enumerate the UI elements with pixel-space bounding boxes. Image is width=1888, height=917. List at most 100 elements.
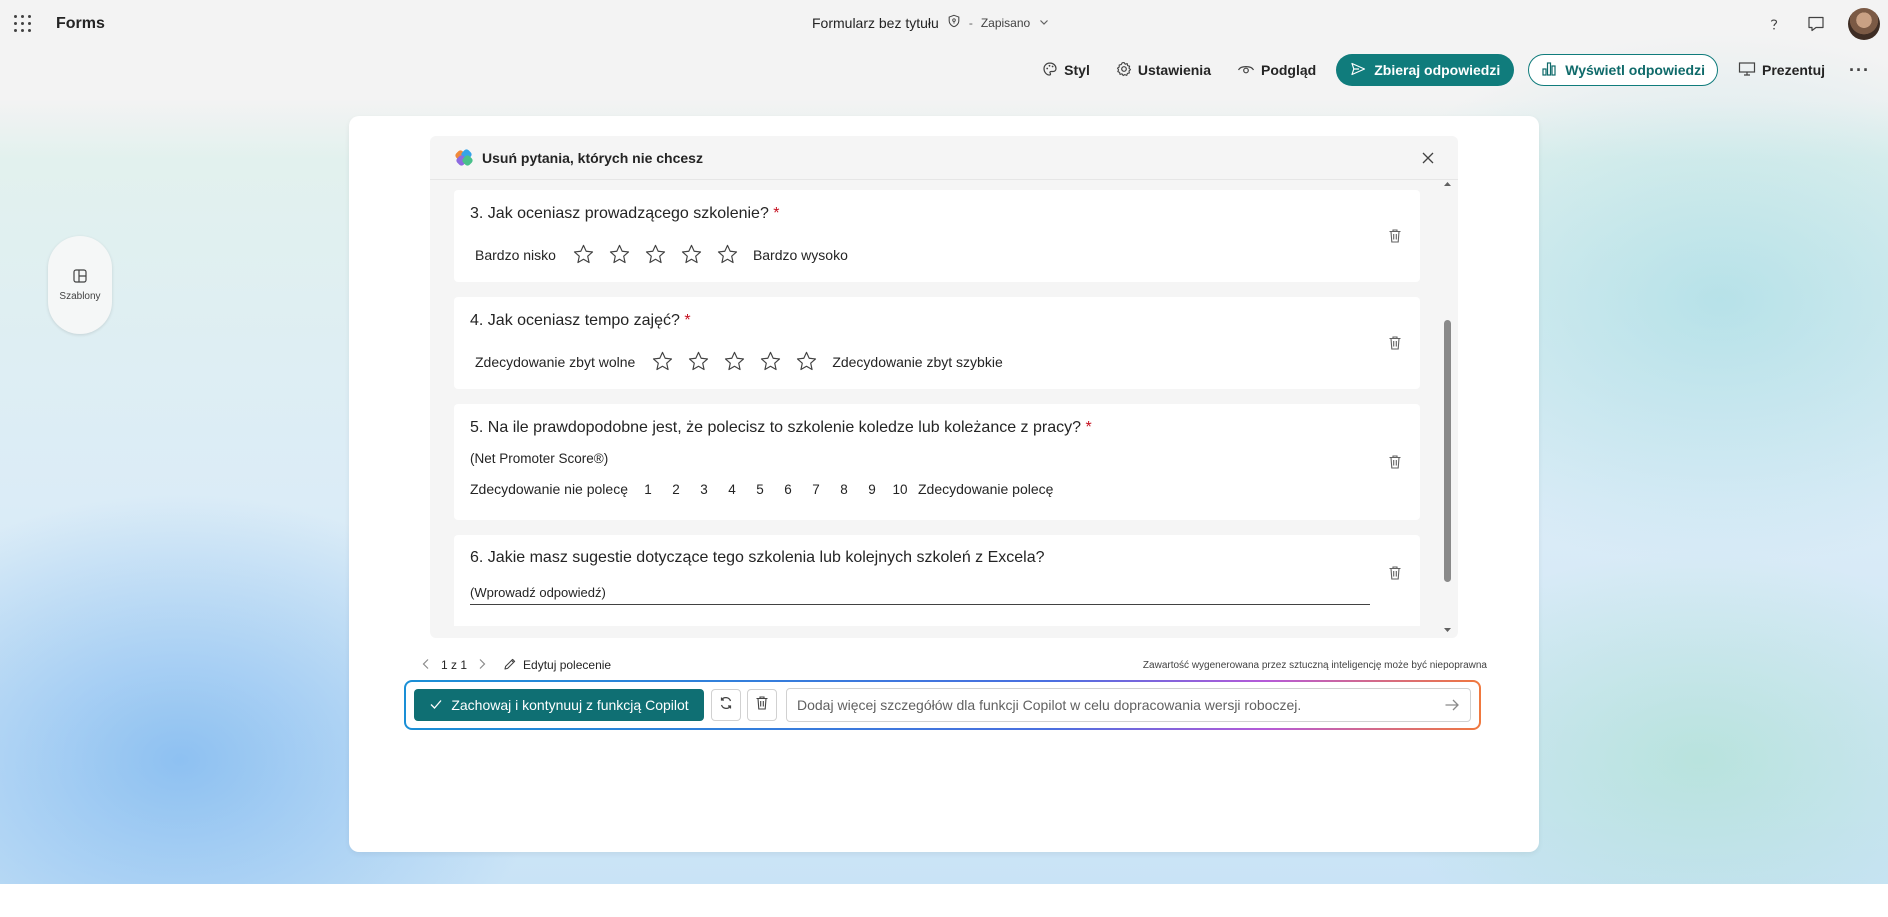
- form-card: Usuń pytania, których nie chcesz 3. Jak …: [349, 116, 1539, 852]
- question-title: 3. Jak oceniasz prowadzącego szkolenie? …: [470, 205, 780, 223]
- star-rating: [572, 243, 739, 266]
- collect-responses-label: Zbieraj odpowiedzi: [1374, 62, 1501, 78]
- templates-button[interactable]: Szablony: [48, 236, 112, 334]
- question-card[interactable]: 6. Jakie masz sugestie dotyczące tego sz…: [454, 535, 1420, 626]
- regenerate-button[interactable]: [711, 689, 741, 721]
- star-icon[interactable]: [687, 350, 710, 373]
- pencil-icon: [503, 657, 517, 674]
- document-title-area[interactable]: Formularz bez tytułu - Zapisano: [812, 14, 1050, 31]
- form-toolbar: Styl Ustawienia Podgląd Zbieraj odpowied…: [1036, 54, 1874, 86]
- star-icon[interactable]: [572, 243, 595, 266]
- collect-responses-button[interactable]: Zbieraj odpowiedzi: [1336, 54, 1515, 86]
- preview-label: Podgląd: [1260, 62, 1317, 78]
- question-title-text: 3. Jak oceniasz prowadzącego szkolenie?: [470, 205, 769, 222]
- close-icon[interactable]: [1420, 150, 1436, 166]
- eye-icon: [1237, 61, 1255, 80]
- panel-header: Usuń pytania, których nie chcesz: [430, 136, 1458, 180]
- question-title: 6. Jakie masz sugestie dotyczące tego sz…: [470, 549, 1045, 566]
- chevron-right-icon[interactable]: [477, 658, 487, 673]
- nps-option[interactable]: 1: [634, 482, 662, 497]
- copilot-draft-panel: Usuń pytania, których nie chcesz 3. Jak …: [430, 136, 1458, 638]
- nps-option[interactable]: 9: [858, 482, 886, 497]
- copilot-command-bar: Zachowaj i kontynuuj z funkcją Copilot: [404, 680, 1481, 730]
- question-card[interactable]: 3. Jak oceniasz prowadzącego szkolenie? …: [454, 190, 1420, 282]
- panel-title: Usuń pytania, których nie chcesz: [482, 149, 703, 166]
- scrollbar[interactable]: [1442, 180, 1452, 634]
- rating-row: Bardzo nisko Bardzo wysoko: [475, 243, 848, 266]
- required-asterisk: *: [773, 205, 780, 222]
- star-icon[interactable]: [716, 243, 739, 266]
- required-asterisk: *: [1085, 419, 1092, 436]
- nps-option[interactable]: 7: [802, 482, 830, 497]
- settings-button[interactable]: Ustawienia: [1110, 54, 1217, 86]
- scrollbar-thumb[interactable]: [1444, 320, 1451, 582]
- nps-option[interactable]: 3: [690, 482, 718, 497]
- app-launcher-icon[interactable]: [14, 15, 32, 33]
- rating-high-label: Bardzo wysoko: [752, 246, 848, 263]
- chevron-left-icon[interactable]: [421, 658, 431, 673]
- avatar[interactable]: [1848, 8, 1880, 40]
- question-subtitle: (Net Promoter Score®): [470, 451, 609, 466]
- ai-disclaimer: Zawartość wygenerowana przez sztuczną in…: [1142, 659, 1487, 671]
- question-card[interactable]: 4. Jak oceniasz tempo zajęć? * Zdecydowa…: [454, 297, 1420, 389]
- question-card[interactable]: 5. Na ile prawdopodobne jest, że polecis…: [454, 404, 1420, 520]
- present-label: Prezentuj: [1762, 62, 1826, 78]
- pager-text: 1 z 1: [441, 658, 468, 672]
- star-icon[interactable]: [608, 243, 631, 266]
- feedback-icon[interactable]: [1806, 14, 1826, 34]
- star-rating: [651, 350, 818, 373]
- help-icon[interactable]: [1764, 14, 1784, 34]
- more-options-button[interactable]: ···: [1845, 54, 1874, 86]
- nps-row: Zdecydowanie nie polecę 1 2 3 4 5 6 7 8 …: [470, 481, 1053, 497]
- delete-question-icon[interactable]: [1388, 335, 1402, 351]
- top-right-actions: [1764, 8, 1880, 40]
- chart-icon: [1541, 61, 1557, 80]
- edit-prompt-button[interactable]: Edytuj polecenie: [503, 657, 611, 674]
- rating-low-label: Zdecydowanie zbyt wolne: [475, 353, 636, 370]
- form-title[interactable]: Formularz bez tytułu: [812, 15, 939, 31]
- nps-option[interactable]: 10: [886, 482, 914, 497]
- trash-icon: [755, 695, 769, 716]
- style-label: Styl: [1064, 62, 1090, 78]
- scroll-up-icon[interactable]: [1443, 180, 1452, 188]
- style-button[interactable]: Styl: [1036, 54, 1096, 86]
- presentation-icon: [1738, 61, 1756, 80]
- refresh-icon: [718, 695, 734, 716]
- star-icon[interactable]: [680, 243, 703, 266]
- star-icon[interactable]: [651, 350, 674, 373]
- chevron-down-icon[interactable]: [1038, 15, 1050, 31]
- view-responses-label: Wyświetl odpowiedzi: [1565, 62, 1705, 78]
- discard-draft-button[interactable]: [747, 689, 777, 721]
- star-icon[interactable]: [795, 350, 818, 373]
- rating-row: Zdecydowanie zbyt wolne Zdecydowanie zby…: [475, 350, 1003, 373]
- arrow-right-icon[interactable]: [1443, 696, 1461, 714]
- layout-icon: [72, 268, 88, 287]
- nps-option[interactable]: 5: [746, 482, 774, 497]
- keep-and-continue-label: Zachowaj i kontynuuj z funkcją Copilot: [451, 697, 689, 713]
- view-responses-button[interactable]: Wyświetl odpowiedzi: [1528, 54, 1718, 86]
- nps-option[interactable]: 6: [774, 482, 802, 497]
- nps-option[interactable]: 8: [830, 482, 858, 497]
- delete-question-icon[interactable]: [1388, 565, 1402, 581]
- star-icon[interactable]: [723, 350, 746, 373]
- preview-button[interactable]: Podgląd: [1231, 54, 1322, 86]
- star-icon[interactable]: [759, 350, 782, 373]
- draft-pager: 1 z 1: [421, 658, 487, 673]
- star-icon[interactable]: [644, 243, 667, 266]
- nps-option[interactable]: 4: [718, 482, 746, 497]
- settings-label: Ustawienia: [1137, 62, 1211, 78]
- draft-footer: 1 z 1 Edytuj polecenie Zawartość wygener…: [421, 655, 1487, 675]
- templates-label: Szablony: [59, 291, 101, 302]
- present-button[interactable]: Prezentuj: [1732, 54, 1831, 86]
- text-answer-field[interactable]: (Wprowadź odpowiedź): [470, 583, 1370, 605]
- copilot-prompt-input[interactable]: [786, 688, 1471, 722]
- nps-option[interactable]: 2: [662, 482, 690, 497]
- delete-question-icon[interactable]: [1388, 454, 1402, 470]
- delete-question-icon[interactable]: [1388, 228, 1402, 244]
- keep-and-continue-button[interactable]: Zachowaj i kontynuuj z funkcją Copilot: [414, 689, 704, 721]
- app-name[interactable]: Forms: [56, 15, 105, 33]
- scroll-down-icon[interactable]: [1443, 626, 1452, 634]
- checkmark-icon: [429, 697, 443, 714]
- question-title-text: 5. Na ile prawdopodobne jest, że polecis…: [470, 419, 1082, 436]
- send-icon: [1350, 61, 1366, 80]
